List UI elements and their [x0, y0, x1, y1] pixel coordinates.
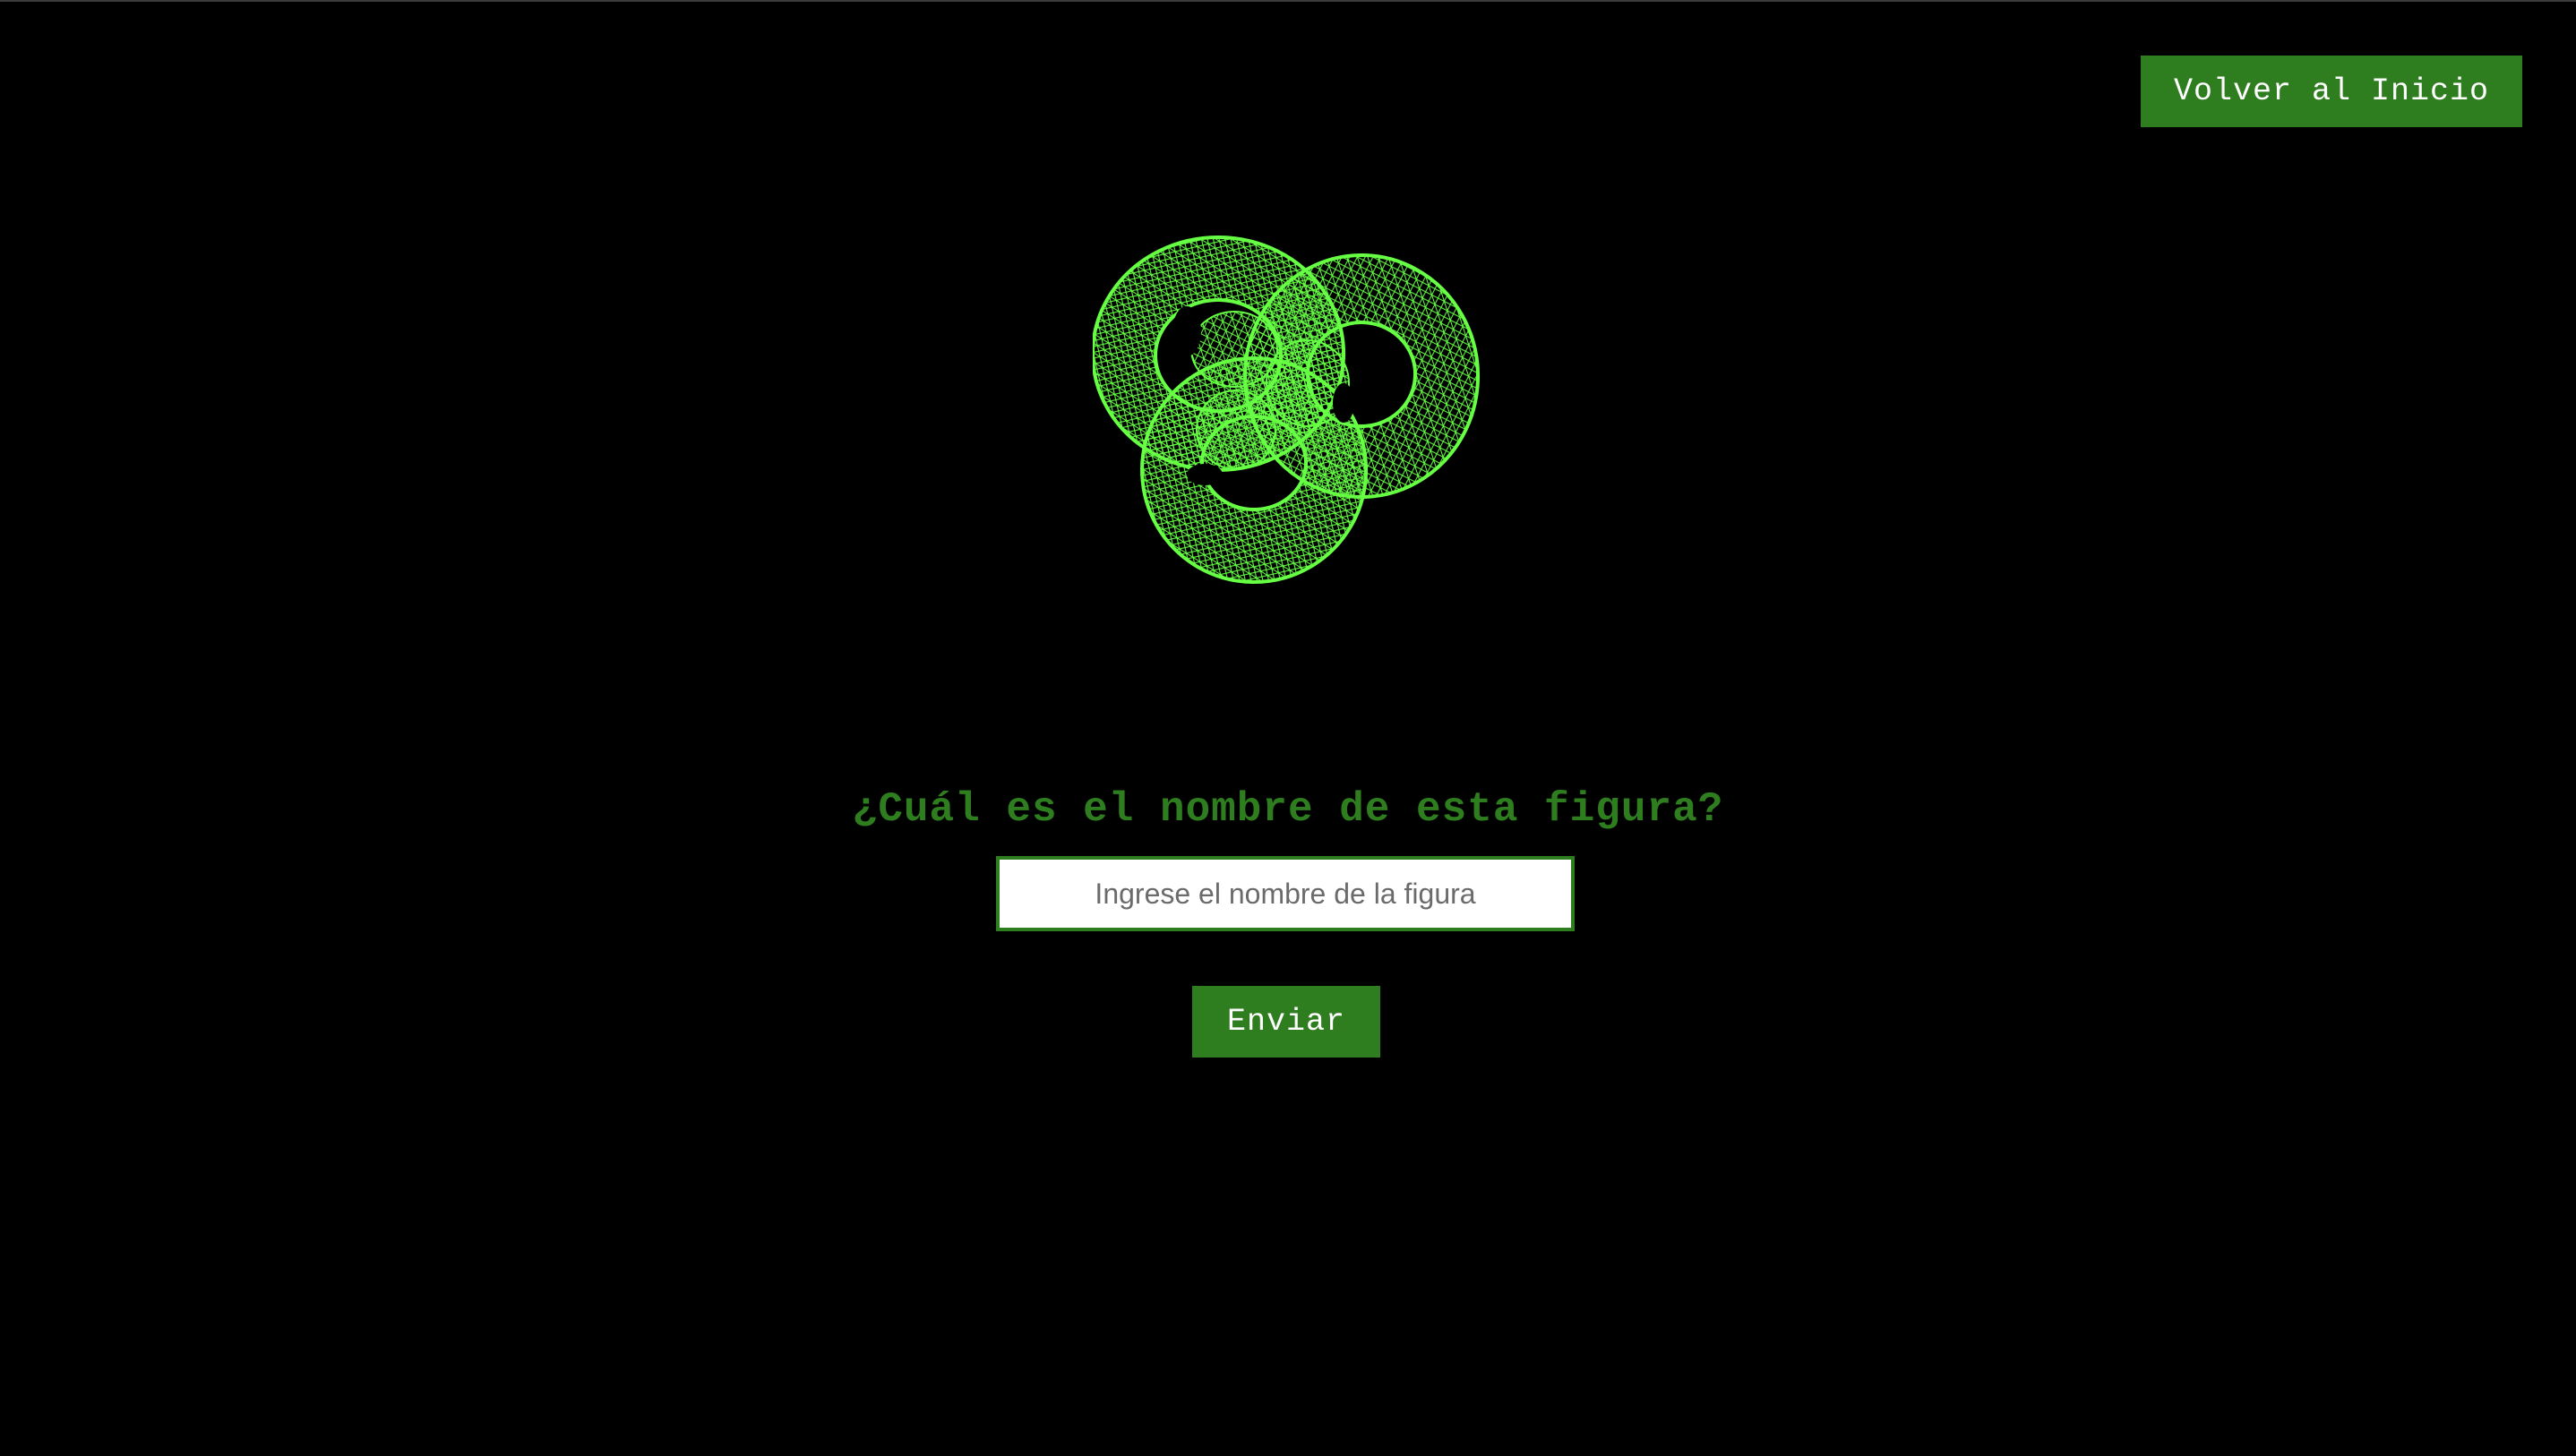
submit-button[interactable]: Enviar — [1192, 986, 1380, 1058]
window-top-border — [0, 0, 2576, 2]
figure-question-heading: ¿Cuál es el nombre de esta figura? — [852, 786, 1724, 833]
figure-name-input[interactable] — [996, 856, 1575, 931]
wireframe-knot-figure-icon — [1093, 236, 1481, 584]
back-to-home-button[interactable]: Volver al Inicio — [2141, 56, 2522, 127]
figure-canvas[interactable] — [1093, 224, 1487, 600]
